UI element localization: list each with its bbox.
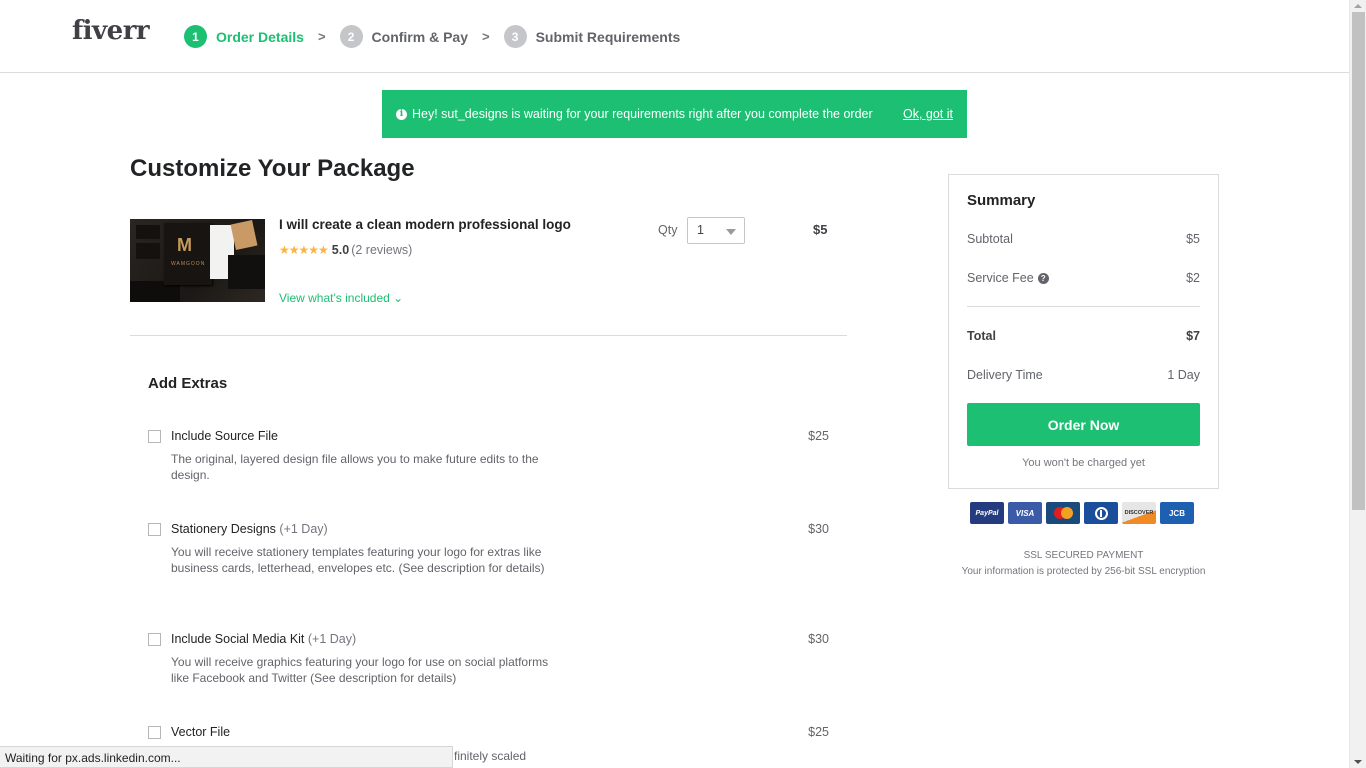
paypal-icon: PayPal	[970, 502, 1004, 524]
step-order-details: 1 Order Details	[184, 25, 304, 48]
extra-price: $30	[808, 632, 829, 646]
ssl-title: SSL SECURED PAYMENT	[1023, 550, 1144, 561]
visa-icon: VISA	[1008, 502, 1042, 524]
gig-rating: ★★★★★ 5.0 (2 reviews)	[279, 243, 412, 257]
notification-banner: i Hey! sut_designs is waiting for your r…	[382, 90, 967, 138]
extra-description: The original, layered design file allows…	[171, 452, 539, 482]
extra-price: $25	[808, 725, 829, 739]
no-charge-note: You won't be charged yet	[1022, 457, 1145, 469]
step-label: Submit Requirements	[535, 28, 681, 45]
subtotal-label: Subtotal	[967, 232, 1013, 246]
fiverr-logo[interactable]: fiverr	[72, 16, 150, 46]
gig-price: $5	[813, 222, 828, 237]
banner-message: Hey! sut_designs is waiting for your req…	[412, 107, 873, 121]
summary-divider	[967, 306, 1200, 307]
payment-methods: PayPal VISA DISCOVER JCB	[970, 502, 1194, 524]
delivery-row: Delivery Time 1 Day	[967, 368, 1200, 382]
scroll-up-icon[interactable]	[1354, 4, 1362, 8]
mastercard-icon	[1046, 502, 1080, 524]
browser-status-bar: Waiting for px.ads.linkedin.com...	[0, 746, 453, 768]
quantity-select[interactable]: 1	[687, 217, 745, 244]
extra-name: Include Social Media Kit (+1 Day)	[171, 632, 357, 646]
quantity-value: 1	[697, 223, 704, 237]
step-number: 1	[184, 25, 207, 48]
info-icon: i	[396, 108, 407, 120]
step-label: Confirm & Pay	[371, 28, 468, 45]
rating-score: 5.0	[331, 243, 350, 257]
scroll-down-icon[interactable]	[1354, 760, 1362, 764]
star-rating-icon: ★★★★★	[279, 243, 329, 257]
delivery-value: 1 Day	[1167, 368, 1200, 382]
view-included-link[interactable]: View what's included ⌄	[279, 291, 403, 305]
total-label: Total	[967, 329, 996, 343]
order-summary: Summary Subtotal $5 Service Fee? $2 Tota…	[948, 174, 1219, 489]
extra-name: Include Source File	[171, 429, 279, 443]
step-number: 3	[503, 25, 527, 48]
step-number: 2	[339, 25, 363, 48]
extra-name: Stationery Designs (+1 Day)	[171, 522, 328, 536]
extra-checkbox[interactable]	[148, 430, 161, 443]
jcb-icon: JCB	[1160, 502, 1194, 524]
total-value: $7	[1186, 329, 1200, 343]
summary-title: Summary	[967, 192, 1036, 209]
extra-price: $25	[808, 429, 829, 443]
caret-down-icon	[726, 229, 736, 235]
extra-checkbox[interactable]	[148, 726, 161, 739]
diners-club-icon	[1084, 502, 1118, 524]
extra-description: You will receive stationery templates fe…	[171, 545, 545, 575]
help-icon[interactable]: ?	[1037, 273, 1049, 285]
subtotal-row: Subtotal $5	[967, 232, 1200, 246]
vertical-scrollbar[interactable]	[1349, 0, 1366, 768]
page-title: Customize Your Package	[130, 155, 415, 182]
delivery-label: Delivery Time	[967, 368, 1043, 382]
service-fee-value: $2	[1186, 271, 1200, 285]
review-count: (2 reviews)	[351, 243, 413, 257]
step-confirm-pay: 2 Confirm & Pay	[339, 25, 468, 48]
extra-checkbox[interactable]	[148, 523, 161, 536]
qty-label: Qty	[658, 223, 678, 237]
extra-checkbox[interactable]	[148, 633, 161, 646]
chevron-right-icon: >	[317, 29, 326, 44]
extra-price: $30	[808, 522, 829, 536]
subtotal-value: $5	[1186, 232, 1200, 246]
total-row: Total $7	[967, 329, 1200, 343]
chevron-right-icon: >	[482, 29, 490, 44]
scrollbar-thumb[interactable]	[1352, 12, 1365, 510]
checkout-steps: 1 Order Details > 2 Confirm & Pay > 3 Su…	[184, 25, 680, 48]
extra-name: Vector File	[171, 725, 231, 739]
discover-icon: DISCOVER	[1122, 502, 1156, 524]
section-divider	[130, 335, 847, 336]
step-submit-requirements: 3 Submit Requirements	[503, 25, 681, 48]
step-label: Order Details	[216, 28, 304, 45]
service-fee-row: Service Fee? $2	[967, 271, 1200, 285]
add-extras-heading: Add Extras	[148, 375, 228, 392]
dismiss-banner-link[interactable]: Ok, got it	[903, 107, 953, 121]
order-now-button[interactable]: Order Now	[967, 403, 1200, 446]
extra-description: finitely scaled	[454, 749, 527, 763]
service-fee-label: Service Fee	[967, 271, 1034, 285]
top-header: fiverr 1 Order Details > 2 Confirm & Pay…	[0, 0, 1350, 73]
gig-title[interactable]: I will create a clean modern professiona…	[279, 217, 571, 232]
ssl-note: Your information is protected by 256-bit…	[961, 566, 1206, 577]
gig-thumbnail: M WAMGOON	[130, 219, 265, 302]
extra-description: You will receive graphics featuring your…	[171, 655, 549, 685]
